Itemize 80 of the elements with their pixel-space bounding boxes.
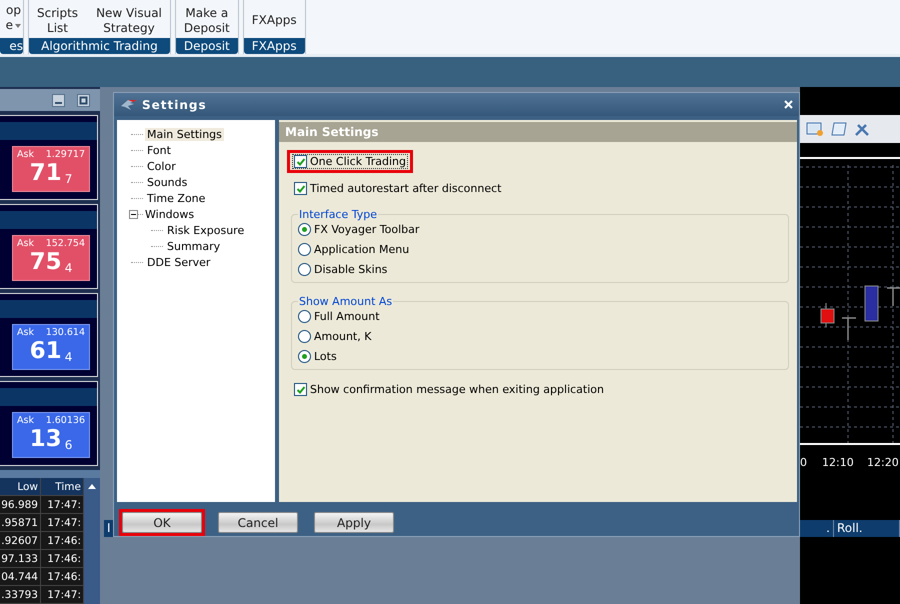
radio-button[interactable]: Full Amount: [298, 310, 782, 323]
ribbon-button[interactable]: op: [6, 3, 23, 18]
tree-item[interactable]: Font: [145, 144, 173, 156]
price-pip: 4: [64, 261, 72, 276]
tree-item[interactable]: Summary: [165, 240, 222, 252]
ribbon-group-label: FXApps: [244, 38, 305, 54]
column-header[interactable]: Low: [0, 478, 41, 496]
ribbon-button[interactable]: Make a Deposit: [180, 3, 234, 38]
ask-price: 130.614: [46, 326, 85, 338]
scroll-bar[interactable]: [84, 478, 100, 604]
ribbon-button[interactable]: e: [6, 18, 23, 33]
side-label: Ask: [17, 415, 34, 426]
price-big-digits: 75: [30, 249, 62, 276]
column-header[interactable]: Roll.: [834, 520, 900, 537]
table-cell: .33793: [0, 586, 41, 604]
table-cell: .95871: [0, 514, 41, 532]
dialog-title: Settings: [142, 98, 208, 112]
check-icon: [296, 156, 306, 166]
radio-button[interactable]: Disable Skins: [298, 263, 782, 276]
column-header[interactable]: Time: [41, 478, 84, 496]
axis-tick-label: 0: [800, 456, 807, 469]
tree-item[interactable]: DDE Server: [145, 256, 212, 268]
table-cell: 17:47:: [41, 514, 84, 532]
chart-window-icon[interactable]: [806, 121, 824, 137]
table-cell: 96.989: [0, 496, 41, 514]
ask-price: 1.29717: [46, 149, 85, 160]
ribbon-group-label: es: [0, 38, 23, 54]
scroll-icon[interactable]: [830, 121, 848, 137]
tree-item[interactable]: Windows: [143, 208, 196, 220]
tree-item[interactable]: Color: [145, 160, 178, 172]
table-cell: 17:46:: [41, 532, 84, 550]
minimize-icon[interactable]: [52, 94, 65, 107]
table-cell: 97.133: [0, 550, 41, 568]
tree-item[interactable]: Sounds: [145, 176, 190, 188]
price-pip: 6: [64, 438, 72, 452]
group-title: Interface Type: [298, 208, 378, 221]
table-cell: 17:46:: [41, 550, 84, 568]
close-button[interactable]: [784, 100, 793, 109]
side-label: Ask: [17, 149, 34, 160]
table-cell: 04.744: [0, 568, 41, 586]
ask-price: 1.60136: [46, 415, 85, 426]
price-big-digits: 13: [30, 426, 62, 452]
ribbon-group-label: Deposit: [176, 38, 238, 54]
collapse-icon[interactable]: [129, 210, 138, 218]
ribbon-button[interactable]: Scripts List: [33, 3, 82, 38]
ribbon-button[interactable]: FXApps: [248, 3, 301, 38]
side-label: Ask: [17, 238, 34, 250]
table-cell: 17:47:: [41, 586, 84, 604]
price-pip: 4: [64, 350, 72, 364]
tree-item[interactable]: Time Zone: [145, 192, 208, 204]
dialog-button[interactable]: Cancel: [218, 512, 298, 533]
checkbox[interactable]: Show confirmation message when exiting application: [292, 382, 606, 397]
ribbon-group-label: Algorithmic Trading: [29, 38, 170, 54]
checkbox[interactable]: One Click Trading: [292, 154, 408, 169]
side-label: Ask: [17, 326, 34, 338]
check-icon: [296, 184, 306, 194]
tree-item[interactable]: Main Settings: [145, 128, 224, 140]
dialog-button[interactable]: Apply: [314, 512, 394, 533]
app-logo-icon: [120, 98, 138, 112]
ribbon-button[interactable]: New Visual Strategy: [92, 3, 166, 38]
axis-tick-label: 12:10: [822, 456, 854, 469]
section-header: Main Settings: [279, 122, 797, 142]
maximize-icon[interactable]: [77, 94, 90, 107]
table-cell: 17:46:: [41, 568, 84, 586]
price-big-digits: 71: [30, 160, 62, 186]
group-title: Show Amount As: [298, 295, 394, 308]
radio-button[interactable]: Lots: [298, 350, 782, 363]
price-pip: 7: [64, 172, 72, 186]
table-cell: .92607: [0, 532, 41, 550]
axis-tick-label: 12:20: [867, 456, 899, 469]
radio-button[interactable]: Application Menu: [298, 243, 782, 256]
radio-button[interactable]: Amount, K: [298, 330, 782, 343]
tree-item[interactable]: Risk Exposure: [165, 224, 246, 236]
dialog-button[interactable]: OK: [122, 512, 202, 533]
ask-price: 152.754: [46, 238, 85, 250]
price-big-digits: 61: [30, 338, 62, 364]
check-icon: [296, 384, 306, 394]
checkbox[interactable]: Timed autorestart after disconnect: [292, 181, 504, 196]
radio-button[interactable]: FX Voyager Toolbar: [298, 223, 782, 236]
table-cell: 17:47:: [41, 496, 84, 514]
